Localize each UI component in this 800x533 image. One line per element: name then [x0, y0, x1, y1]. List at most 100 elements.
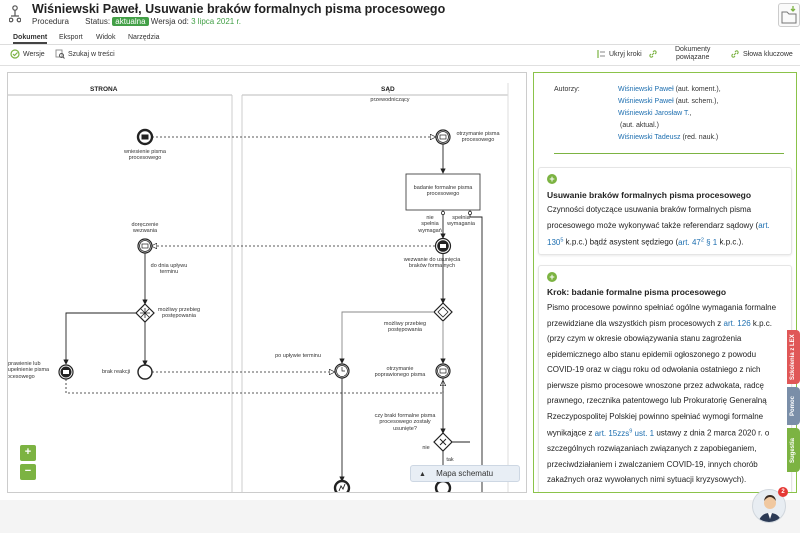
author-3: Wiśniewski Jarosław T., — [618, 110, 691, 117]
comment-card-step: + Krok: badanie formalne pisma procesowe… — [538, 265, 792, 492]
versions-button[interactable]: Wersje — [10, 49, 45, 59]
label-formal-check: badanie formalne pisma procesowego — [413, 185, 473, 198]
author-role: , — [689, 110, 692, 117]
link-art-15zzs-label: art. 15zzs — [594, 428, 630, 438]
page-title: Wiśniewski Paweł, Usuwanie braków formal… — [32, 2, 446, 16]
card-step-text: Pismo procesowe powinno spełniać ogólne … — [547, 300, 785, 488]
keywords-icon — [731, 50, 739, 58]
lane-court-title: SĄD — [381, 86, 395, 93]
label-possible-left: możliwy przebieg postępowania — [157, 307, 201, 320]
notification-badge: 2 — [778, 487, 788, 497]
label-corrected-received: otrzymanie poprawionego pisma — [374, 366, 426, 379]
hide-steps-icon — [597, 50, 605, 58]
author-4: Wiśniewski Tadeusz (red. nauk.) — [618, 134, 718, 141]
comment-card-general: + Usuwanie braków formalnych pisma proce… — [538, 167, 792, 255]
document-type: Procedura — [32, 17, 69, 26]
main-tabs: Dokument Eksport Widok Narzędzia — [0, 32, 800, 45]
diagram-map-button[interactable]: ▲ Mapa schematu — [410, 465, 520, 482]
label-receipt: otrzymanie pisma procesowego — [456, 131, 500, 144]
keywords-button[interactable]: Słowa kluczowe — [730, 49, 793, 59]
tab-eksport[interactable]: Eksport — [59, 34, 83, 41]
author-name-link[interactable]: Wiśniewski Paweł — [618, 98, 674, 105]
version-label: Wersja od: — [150, 17, 189, 26]
chevron-up-icon: ▲ — [419, 471, 426, 478]
label-meets: spełnia wymagania — [447, 215, 475, 228]
author-role: (aut. aktual.) — [620, 122, 659, 129]
label-delivery: doręczenie wezwania — [131, 222, 159, 235]
related-documents-button[interactable]: Dokumenty powiązane — [648, 46, 710, 62]
label-possible-right: możliwy przebieg postępowania — [383, 321, 427, 334]
keywords-label: Słowa kluczowe — [743, 50, 793, 58]
link-art-15zzs-ust: ust. 1 — [632, 428, 655, 438]
card-general-title: Usuwanie braków formalnych pisma proceso… — [547, 190, 752, 200]
side-tab-suggestion[interactable]: Sugestia — [787, 428, 800, 472]
label-until-deadline: do dnia upływu terminu — [150, 263, 188, 276]
document-toolbar: Wersje Szukaj w treści Ukryj kroki Dokum… — [0, 46, 800, 66]
version-date: 3 lipca 2021 r. — [191, 17, 241, 26]
card-general-text-b: k.p.c.) bądź asystent sędziego ( — [563, 237, 679, 247]
end-event-right — [434, 479, 452, 492]
link-art-126[interactable]: art. 126 — [724, 319, 751, 328]
link-art-47-para: § 1 — [703, 237, 718, 247]
folder-button[interactable] — [778, 3, 800, 27]
event-corrected-received — [435, 363, 451, 379]
author-role: (aut. koment.), — [675, 86, 721, 93]
card-step-title: Krok: badanie formalne pisma procesowego — [547, 287, 727, 297]
gateway-possible-right — [433, 302, 453, 322]
side-tab-help[interactable]: Pomoc — [787, 387, 800, 425]
diagram-map-label: Mapa schematu — [436, 469, 494, 478]
commentary-panel[interactable]: Autorzy: Wiśniewski Paweł (aut. koment.)… — [533, 72, 797, 493]
card-general-text-a: Czynności dotyczące usuwania braków form… — [547, 205, 759, 230]
authors-divider — [554, 153, 784, 154]
tab-narzedzia[interactable]: Narzędzia — [128, 34, 160, 41]
link-art-47-label: art. 47 — [678, 237, 701, 247]
hide-steps-label: Ukryj kroki — [609, 50, 642, 58]
event-summons-delivered — [137, 238, 153, 254]
folder-icon — [781, 6, 797, 24]
author-name-link[interactable]: Wiśniewski Tadeusz — [618, 134, 681, 141]
author-2: Wiśniewski Paweł (aut. schem.), — [618, 98, 718, 105]
hide-steps-button[interactable]: Ukryj kroki — [596, 49, 642, 59]
author-name-link[interactable]: Wiśniewski Paweł — [618, 86, 674, 93]
side-tab-trainings[interactable]: Szkolenia z LEX — [787, 330, 800, 384]
search-in-content-label: Szukaj w treści — [68, 50, 115, 58]
author-name-link[interactable]: Wiśniewski Jarosław T. — [618, 110, 689, 117]
zoom-in-button[interactable]: + — [20, 445, 36, 461]
related-documents-label-2: powiązane — [675, 54, 710, 61]
lane-party-title: STRONA — [90, 86, 118, 93]
status-badge: aktualna — [112, 17, 149, 26]
event-no-reaction — [137, 364, 153, 380]
versions-label: Wersje — [23, 50, 45, 58]
versions-icon — [10, 49, 20, 59]
label-after-deadline: po upływie terminu — [275, 353, 321, 359]
link-icon — [649, 50, 657, 58]
search-icon — [55, 49, 65, 59]
card-general-text-c: k.p.c.). — [717, 237, 744, 247]
lane-court-subtitle: przewodniczący — [370, 97, 410, 103]
process-diagram[interactable]: STRONA SĄD przewodniczący wniesienie pis… — [7, 72, 527, 493]
label-summons: wezwanie do usunięcia braków formalnych — [403, 257, 461, 270]
label-correction: poprawienie lub uzupełnienie pisma proce… — [7, 361, 50, 380]
search-in-content-button[interactable]: Szukaj w treści — [55, 49, 115, 59]
label-corrected-question: czy braki formalne pisma procesowego zos… — [374, 413, 436, 432]
label-fails: nie spełnia wymagań — [418, 215, 442, 234]
link-art-47-2[interactable]: art. 472 § 1 — [678, 237, 718, 247]
card-general-text: Czynności dotyczące usuwania braków form… — [547, 202, 785, 250]
link-art-15zzs9[interactable]: art. 15zzs9 ust. 1 — [594, 428, 655, 438]
zoom-out-button[interactable]: − — [20, 464, 36, 480]
card-step-text-b: k.p.c. (przy czym w okresie obowiązywani… — [547, 318, 772, 438]
document-meta: Procedura Status: aktualna Wersja od: 3 … — [32, 17, 241, 26]
expand-plus-icon[interactable]: + — [547, 272, 557, 282]
tab-dokument[interactable]: Dokument — [13, 34, 48, 44]
expand-plus-icon[interactable]: + — [547, 174, 557, 184]
label-submission: wniesienie pisma procesowego — [124, 149, 166, 162]
tab-widok[interactable]: Widok — [96, 34, 115, 41]
label-no-reaction: brak reakcji — [101, 369, 131, 375]
author-role: (aut. schem.), — [675, 98, 719, 105]
author-3-role: (aut. aktual.) — [620, 122, 659, 129]
label-yes: tak — [446, 457, 454, 463]
procedure-icon — [9, 5, 21, 23]
bottom-bar — [0, 500, 800, 533]
label-no: nie — [422, 445, 430, 451]
authors-label: Autorzy: — [554, 86, 580, 93]
